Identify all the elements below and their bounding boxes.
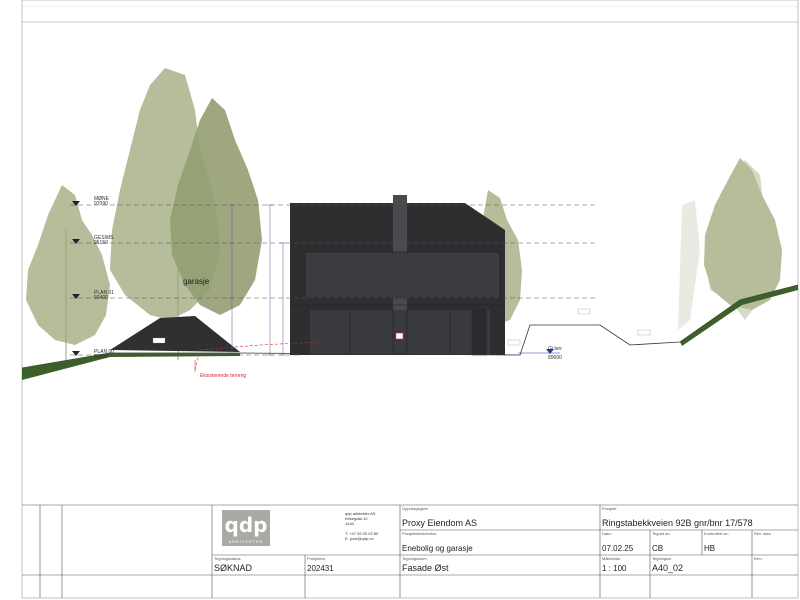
level-label-mone: MØNE 97090: [94, 197, 109, 207]
project-no-caption: Prosjektnr.: [307, 556, 326, 561]
tb-client: Oppdragsgiver Proxy Eiendom AS: [400, 505, 600, 530]
ground-level-value: 89600: [548, 355, 562, 361]
tb-project: Prosjekt Ringstabekkveien 92B gnr/bnr 17…: [600, 505, 798, 530]
rev-date-caption: Rev. dato: [754, 531, 771, 536]
office-address: qdp arkitekter AS Kirkegata 10 1440 T: +…: [345, 511, 378, 541]
rev-caption: Rev.:: [754, 556, 764, 561]
level-value: 97090: [94, 201, 108, 207]
level-value: 92400: [94, 295, 108, 301]
description-caption: Prosjektbeskrivelse: [402, 531, 437, 536]
project-caption: Prosjekt: [602, 506, 617, 511]
date-caption: Dato:: [602, 531, 612, 536]
drawn-value: CB: [652, 544, 664, 553]
checked-value: HB: [704, 544, 716, 553]
house-east-facade: [290, 195, 505, 356]
tree-right: [704, 158, 782, 310]
scale-value: 1 : 100: [602, 564, 627, 573]
date-value: 07.02.25: [602, 544, 634, 553]
tb-drawn-by: Tegnet av: CB: [650, 530, 702, 555]
tb-rev-date: Rev. dato: [752, 530, 798, 555]
level-label-plan01: PLAN 01 92400: [94, 291, 114, 301]
tb-status: Tegningsstatus SØKNAD: [212, 555, 305, 575]
tb-scale: Målestokk 1 : 100: [600, 555, 650, 575]
logo-text: qdp: [224, 513, 268, 537]
tb-project-no: Prosjektnr. 202431: [305, 555, 400, 575]
level-label-gesims: GESIMS 95150: [94, 236, 113, 246]
sheet-value: A40_02: [652, 563, 684, 573]
status-caption: Tegningsstatus: [214, 556, 241, 561]
client-value: Proxy Eiendom AS: [402, 518, 478, 528]
logo-subtext: ARKITEKTER: [228, 539, 264, 544]
garage-wedge: [110, 316, 240, 352]
ground-level-label: Gj terr: [548, 347, 562, 352]
tb-rev: Rev.:: [752, 555, 798, 575]
tb-description: Prosjektbeskrivelse Enebolig og garasje: [400, 530, 600, 555]
client-caption: Oppdragsgiver: [402, 506, 429, 511]
office-email: E: post@qdp.no: [345, 536, 374, 541]
status-value: SØKNAD: [214, 563, 253, 573]
garage-label: garasje: [183, 277, 210, 286]
project-no-value: 202431: [307, 564, 334, 573]
lower-facade: [310, 310, 490, 355]
drawing-name-value: Fasade Øst: [402, 563, 449, 573]
checked-caption: Kontrollert av:: [704, 531, 729, 536]
ground-label: Gj terr: [548, 346, 562, 352]
tb-date: Dato: 07.02.25: [600, 530, 650, 555]
tb-sheet-no: Tegningsnr A40_02: [650, 555, 752, 575]
project-value: Ringstabekkveien 92B gnr/bnr 17/578: [602, 518, 753, 528]
drawing-sheet: MØNE 97090 GESIMS 95150 PLAN 01 92400 PL…: [0, 0, 800, 600]
existing-terrain-label: Eksisterende terreng: [200, 373, 247, 379]
office-logo: qdp ARKITEKTER: [222, 510, 270, 546]
level-value: 89600: [94, 354, 108, 360]
description-value: Enebolig og garasje: [402, 544, 473, 553]
scale-caption: Målestokk: [602, 556, 621, 561]
upper-window-band: [304, 251, 501, 299]
sheet-caption: Tegningsnr: [652, 556, 672, 561]
level-label-plan00: PLAN 00 89600: [94, 350, 114, 360]
tb-checked-by: Kontrollert av: HB: [702, 530, 752, 555]
tb-drawing-name: Tegningsnavn Fasade Øst: [400, 555, 600, 575]
tree-small-left: [26, 185, 110, 345]
drawn-caption: Tegnet av:: [652, 531, 671, 536]
drawing-name-caption: Tegningsnavn: [402, 556, 427, 561]
level-value: 95150: [94, 240, 108, 246]
